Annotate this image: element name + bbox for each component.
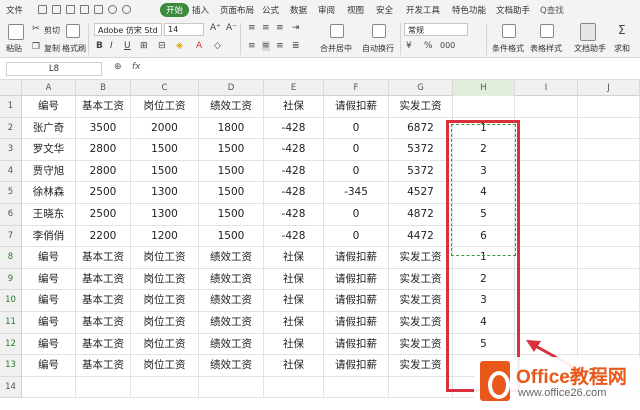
- office-logo-icon: [480, 361, 510, 401]
- watermark-logo: Office教程网 www.office26.com: [474, 357, 640, 410]
- watermark-url: www.office26.com: [518, 387, 607, 399]
- watermark-title: Office教程网: [516, 367, 627, 388]
- annotation-arrow: [526, 340, 576, 370]
